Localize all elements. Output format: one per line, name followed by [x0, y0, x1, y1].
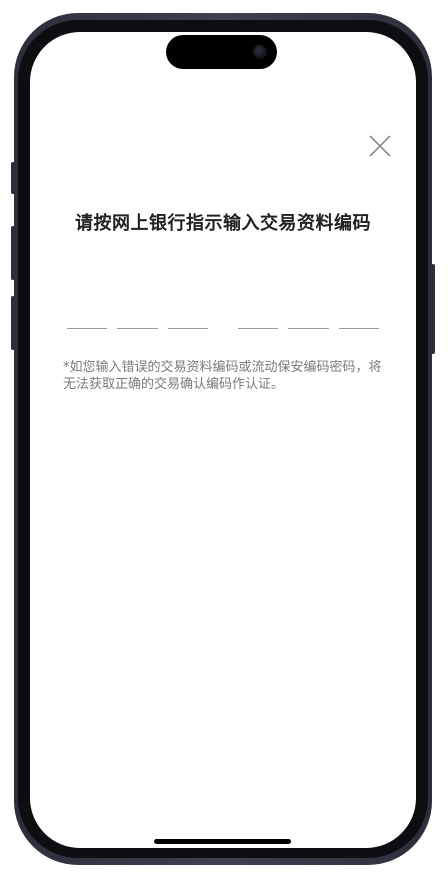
code-field-3[interactable] [168, 304, 212, 330]
power-button [431, 264, 435, 354]
screen: 请按网上银行指示输入交易资料编码 *如您输入错误的交易资料编码或流动保安编码密码… [30, 32, 416, 848]
code-field-2[interactable] [117, 304, 162, 330]
code-field-4[interactable] [238, 304, 282, 330]
code-input-2[interactable] [117, 304, 162, 330]
page-title: 请按网上银行指示输入交易资料编码 [75, 213, 371, 234]
camera-icon [253, 45, 267, 59]
code-input-4[interactable] [238, 304, 282, 330]
code-field-1[interactable] [67, 304, 111, 330]
code-input-1[interactable] [67, 304, 111, 330]
code-input-6[interactable] [339, 304, 383, 330]
home-indicator[interactable] [154, 839, 291, 844]
volume-down-button [11, 296, 15, 350]
code-field-5[interactable] [288, 304, 333, 330]
code-field-6[interactable] [339, 304, 383, 330]
mute-switch [11, 162, 15, 194]
close-icon [369, 135, 391, 157]
code-input-5[interactable] [288, 304, 333, 330]
warning-note: *如您输入错误的交易资料编码或流动保安编码密码，将无法获取正确的交易确认编码作认… [63, 360, 382, 392]
volume-up-button [11, 226, 15, 280]
dynamic-island [166, 35, 277, 69]
code-input-3[interactable] [168, 304, 212, 330]
close-button[interactable] [366, 132, 394, 160]
